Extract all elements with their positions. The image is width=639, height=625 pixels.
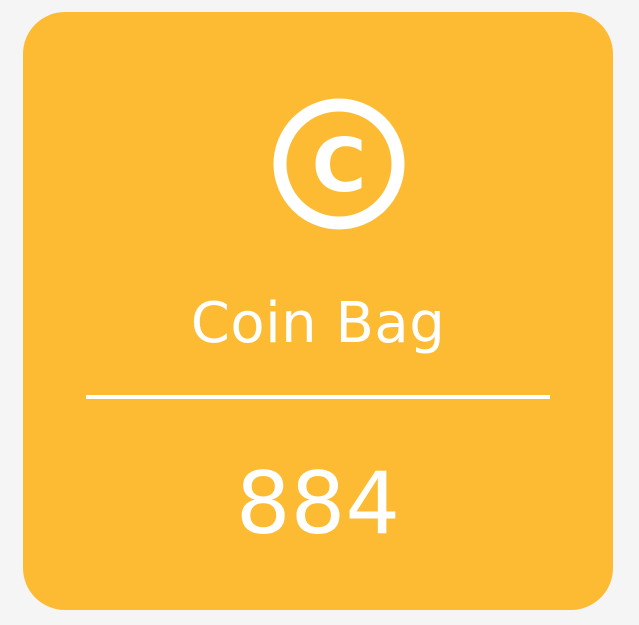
coin-bag-card[interactable]: C Coin Bag 884 — [23, 12, 613, 610]
copyright-coin-icon: C — [272, 97, 406, 231]
coin-count: 884 — [235, 454, 401, 554]
coin-icon-glyph: C — [312, 123, 366, 209]
card-title: Coin Bag — [190, 291, 446, 356]
divider — [86, 395, 550, 399]
